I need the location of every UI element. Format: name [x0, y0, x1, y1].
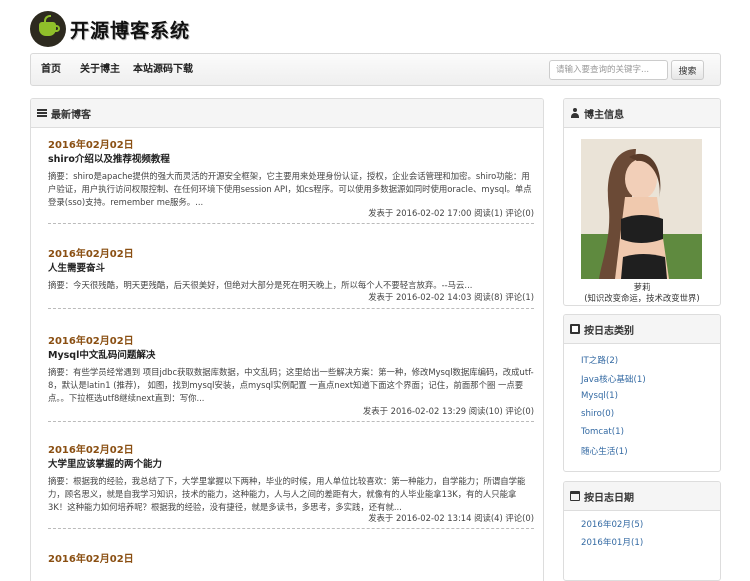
archive-title: 按日志日期: [584, 492, 634, 504]
post-date: 2016年02月02日: [48, 445, 134, 456]
search-input[interactable]: [549, 60, 668, 80]
category-item[interactable]: IT之路(2): [581, 354, 618, 366]
nav-home[interactable]: 首页: [41, 54, 61, 85]
category-icon: [570, 324, 580, 334]
post-date: 2016年02月02日: [48, 249, 134, 260]
nav-about[interactable]: 关于博主: [80, 54, 120, 85]
category-header: 按日志类别: [564, 315, 720, 344]
post-summary: 摘要：有些学员经常遇到 项目jdbc获取数据库数据，中文乱码；这里给出一些解决方…: [48, 367, 534, 403]
site-logo[interactable]: 开源博客系统: [30, 10, 190, 48]
post-item: 2016年02月02日 人生需要奋斗 摘要：今天很残酷，明天更残酷，后天很美好，…: [48, 245, 534, 309]
post-title[interactable]: 大学里应该掌握的两个能力: [48, 456, 162, 470]
site-title: 开源博客系统: [70, 19, 191, 42]
post-item: 2016年02月02日: [48, 550, 534, 581]
latest-blogs-header: 最新博客: [31, 99, 543, 128]
category-title: 按日志类别: [584, 325, 634, 337]
post-meta: 发表于 2016-02-02 13:14 阅读(4) 评论(0): [368, 513, 534, 523]
category-item[interactable]: shiro(0): [581, 409, 614, 419]
category-item[interactable]: Java核心基础(1): [581, 373, 646, 385]
blogger-info-panel: 博主信息 萝莉 (知识改变命运，技术改变世界): [563, 98, 721, 306]
category-item[interactable]: 随心生活(1): [581, 445, 628, 457]
blogger-avatar: [581, 139, 702, 279]
latest-blogs-panel: 最新博客 2016年02月02日 shiro介绍以及推荐视频教程 摘要：shir…: [30, 98, 544, 581]
post-date: 2016年02月02日: [48, 336, 134, 347]
archive-panel: 按日志日期 2016年02月(5) 2016年01月(1): [563, 481, 721, 581]
post-item: 2016年02月02日 shiro介绍以及推荐视频教程 摘要：shiro是apa…: [48, 136, 534, 224]
post-date: 2016年02月02日: [48, 554, 134, 565]
nav-download-source[interactable]: 本站源码下载: [133, 54, 193, 85]
navbar: 首页 关于博主 本站源码下载 搜索: [30, 53, 721, 86]
post-meta: 发表于 2016-02-02 14:03 阅读(8) 评论(1): [368, 292, 534, 302]
post-title[interactable]: Mysql中文乱码问题解决: [48, 347, 155, 361]
post-date: 2016年02月02日: [48, 140, 134, 151]
user-icon: [570, 108, 580, 118]
category-panel: 按日志类别 IT之路(2) Java核心基础(1) Mysql(1) shiro…: [563, 314, 721, 472]
coffee-cup-icon: [30, 11, 66, 47]
archive-item[interactable]: 2016年01月(1): [581, 536, 643, 548]
search-button[interactable]: 搜索: [671, 60, 704, 80]
blogger-motto: (知识改变命运，技术改变世界): [584, 293, 700, 303]
category-item[interactable]: Mysql(1): [581, 391, 618, 401]
list-icon: [37, 108, 47, 118]
blogger-info-title: 博主信息: [584, 109, 624, 121]
blogger-info-header: 博主信息: [564, 99, 720, 128]
post-summary: 摘要：根据我的经验，我总结了下，大学里掌握以下两种，毕业的时候，用人单位比较喜欢…: [48, 476, 526, 512]
post-title[interactable]: 人生需要奋斗: [48, 260, 105, 274]
post-title[interactable]: shiro介绍以及推荐视频教程: [48, 151, 170, 165]
archive-header: 按日志日期: [564, 482, 720, 511]
archive-item[interactable]: 2016年02月(5): [581, 518, 643, 530]
post-meta: 发表于 2016-02-02 17:00 阅读(1) 评论(0): [368, 208, 534, 218]
post-meta: 发表于 2016-02-02 13:29 阅读(10) 评论(0): [362, 406, 534, 416]
post-item: 2016年02月02日 Mysql中文乱码问题解决 摘要：有些学员经常遇到 项目…: [48, 332, 534, 422]
latest-blogs-title: 最新博客: [51, 109, 91, 121]
post-item: 2016年02月02日 大学里应该掌握的两个能力 摘要：根据我的经验，我总结了下…: [48, 441, 534, 529]
calendar-icon: [570, 491, 580, 501]
post-summary: 摘要：shiro是apache提供的强大而灵活的开源安全框架，它主要用来处理身份…: [48, 171, 532, 207]
category-item[interactable]: Tomcat(1): [581, 427, 624, 437]
